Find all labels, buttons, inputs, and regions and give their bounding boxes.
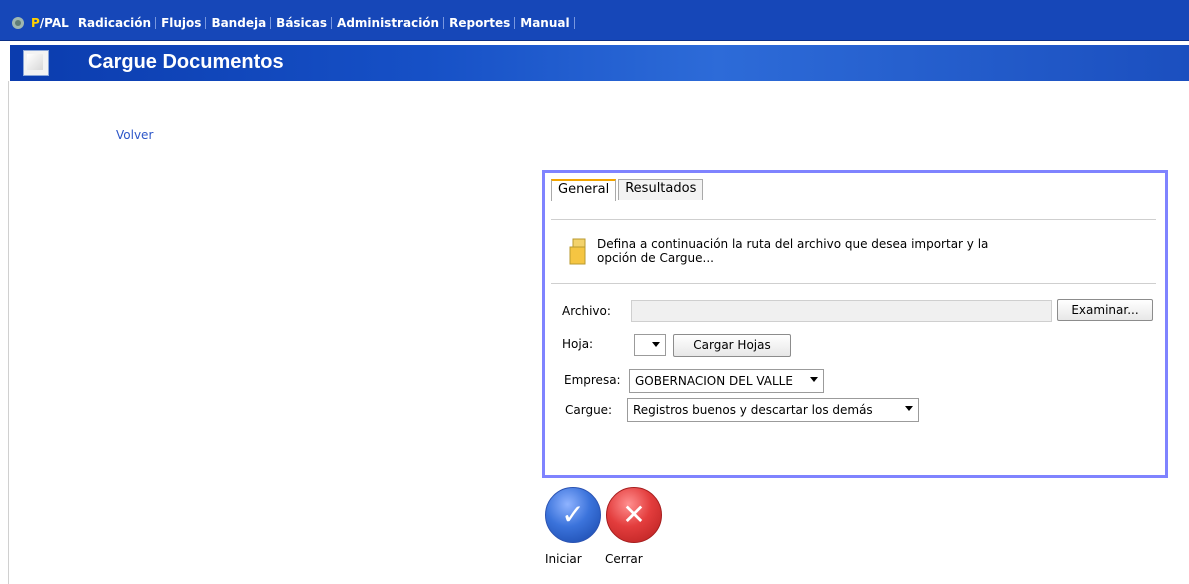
chevron-down-icon xyxy=(905,406,913,411)
cerrar-button-icon[interactable]: ✕ xyxy=(606,487,662,543)
app-logo-icon xyxy=(10,15,26,31)
tab-strip: General Resultados xyxy=(551,179,705,203)
upload-panel: General Resultados Defina a continuación… xyxy=(542,170,1168,478)
instructions-separator xyxy=(551,283,1156,284)
chevron-down-icon xyxy=(652,342,660,347)
app-brand[interactable]: P/PAL xyxy=(31,16,69,30)
brand-rest: /PAL xyxy=(39,16,69,30)
chevron-down-icon xyxy=(810,377,818,382)
top-bar: P/PAL Radicación Flujos Bandeja Básicas … xyxy=(0,0,1189,41)
menu-item-reportes[interactable]: Reportes xyxy=(444,16,516,30)
cargue-label: Cargue: xyxy=(565,403,613,417)
cargue-select[interactable]: Registros buenos y descartar los demás xyxy=(627,398,919,422)
menu-item-radicacion[interactable]: Radicación xyxy=(73,16,157,30)
instructions-text: Defina a continuación la ruta del archiv… xyxy=(597,237,989,265)
title-banner: Cargue Documentos xyxy=(10,45,1189,81)
page-title: Cargue Documentos xyxy=(88,51,284,73)
tab-separator xyxy=(551,219,1156,220)
cerrar-label[interactable]: Cerrar xyxy=(605,552,643,566)
menu-item-flujos[interactable]: Flujos xyxy=(156,16,207,30)
iniciar-label[interactable]: Iniciar xyxy=(545,552,582,566)
close-icon: ✕ xyxy=(622,497,646,531)
tab-resultados[interactable]: Resultados xyxy=(618,179,704,200)
cargar-hojas-button[interactable]: Cargar Hojas xyxy=(673,334,791,357)
menu-item-bandeja[interactable]: Bandeja xyxy=(206,16,271,30)
menu-item-administracion[interactable]: Administración xyxy=(332,16,445,30)
main-menu: P/PAL Radicación Flujos Bandeja Básicas … xyxy=(0,3,575,43)
folder-icon xyxy=(568,236,590,266)
left-divider xyxy=(8,81,9,584)
iniciar-button-icon[interactable]: ✓ xyxy=(545,487,601,543)
hoja-label: Hoja: xyxy=(562,337,594,351)
archivo-field[interactable] xyxy=(631,300,1052,322)
empresa-select[interactable]: GOBERNACION DEL VALLE xyxy=(629,369,824,393)
archivo-label: Archivo: xyxy=(562,304,611,318)
tab-general[interactable]: General xyxy=(551,179,617,201)
empresa-label: Empresa: xyxy=(564,373,621,387)
menu-item-basicas[interactable]: Básicas xyxy=(271,16,332,30)
checkmark-icon: ✓ xyxy=(561,497,585,531)
menu-item-manual[interactable]: Manual xyxy=(515,16,575,30)
cargue-value: Registros buenos y descartar los demás xyxy=(633,403,873,417)
hoja-select[interactable] xyxy=(634,334,666,356)
document-icon xyxy=(23,50,49,76)
examinar-button[interactable]: Examinar... xyxy=(1057,299,1153,321)
back-link[interactable]: Volver xyxy=(116,128,153,142)
empresa-value: GOBERNACION DEL VALLE xyxy=(635,374,793,388)
brand-p: P xyxy=(31,16,40,30)
